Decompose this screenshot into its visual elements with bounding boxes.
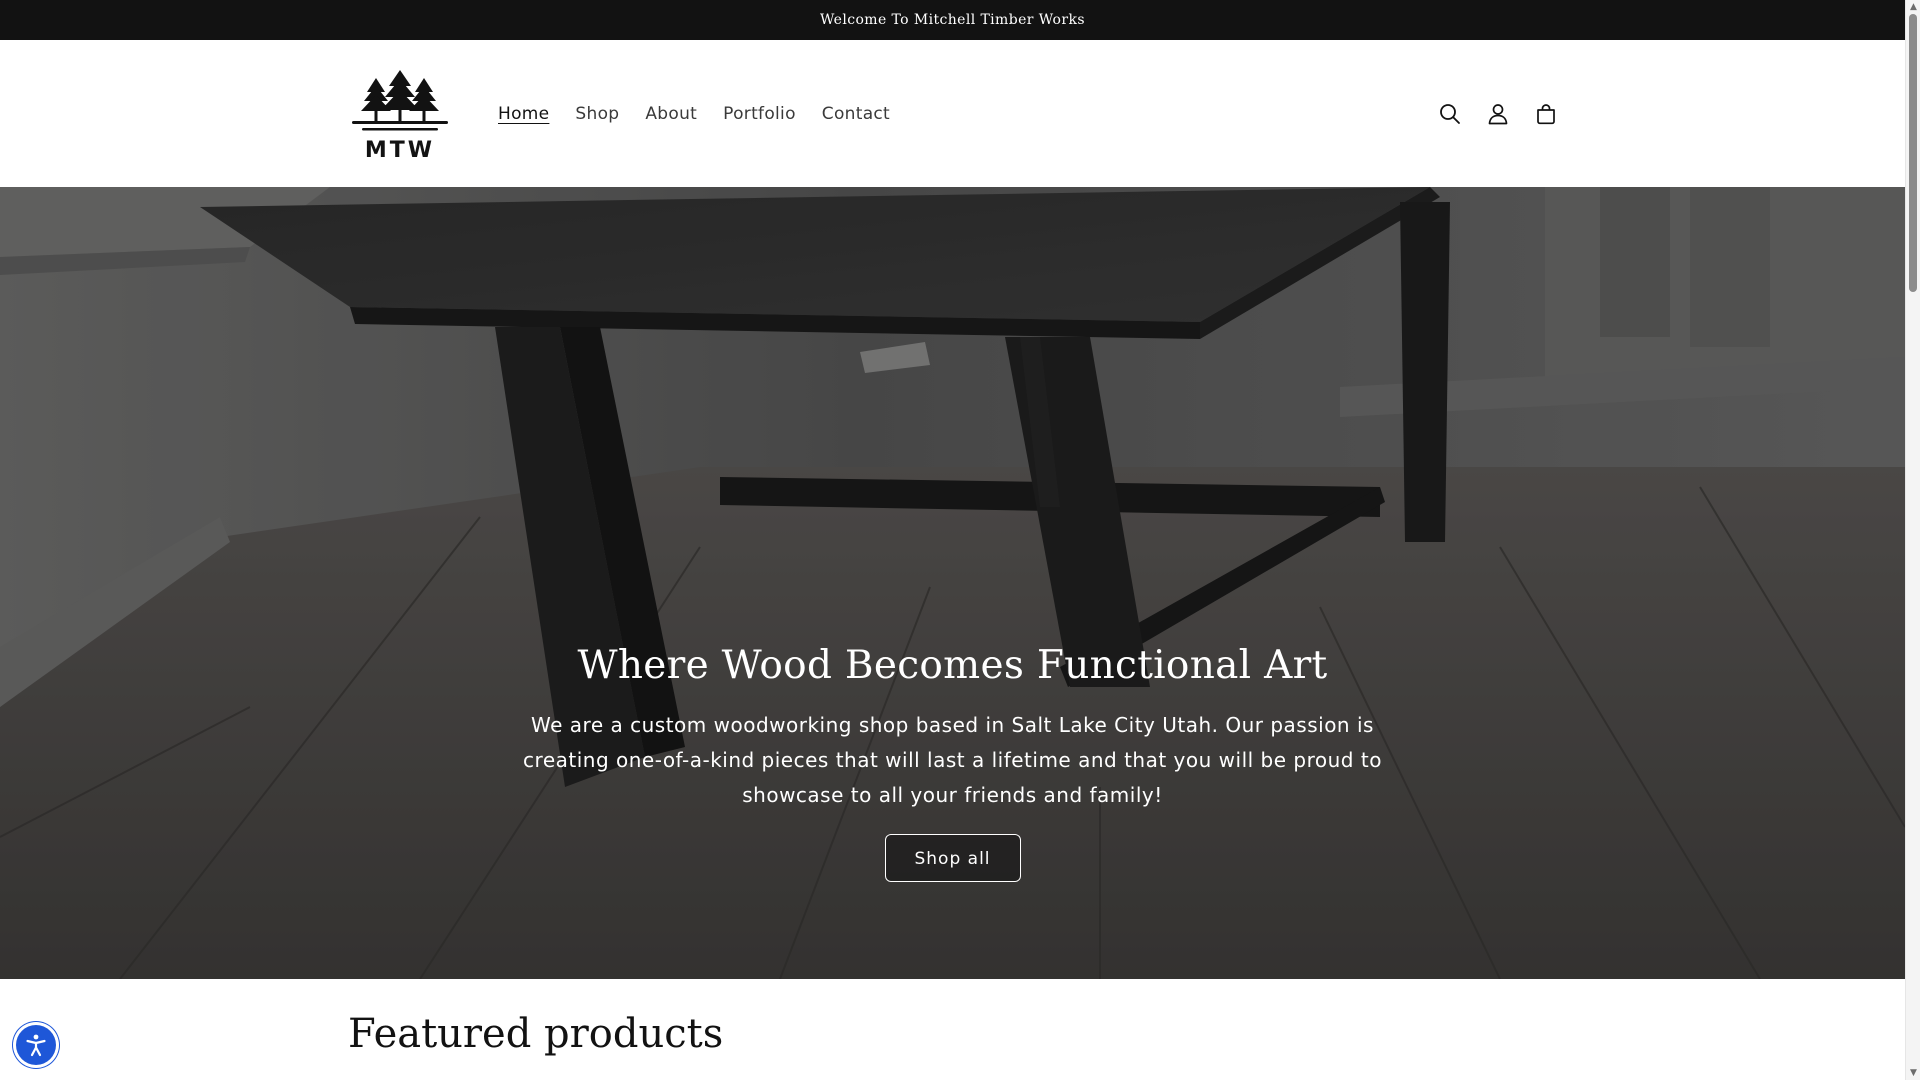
nav-portfolio[interactable]: Portfolio [710,102,809,126]
scrollbar-thumb[interactable] [1909,14,1917,292]
nav-about[interactable]: About [632,102,710,126]
account-icon [1488,104,1508,125]
accessibility-button[interactable] [16,1025,56,1065]
nav-contact[interactable]: Contact [809,102,903,126]
nav-shop[interactable]: Shop [562,102,632,126]
search-button[interactable] [1432,96,1468,132]
shop-all-button[interactable]: Shop all [884,834,1021,882]
search-icon [1440,104,1460,124]
main-nav: Home Shop About Portfolio Contact [485,102,903,126]
hero-content: Where Wood Becomes Functional Art We are… [0,642,1905,882]
nav-home[interactable]: Home [485,102,562,126]
account-button[interactable] [1480,96,1516,132]
accessibility-icon [26,1034,46,1057]
page: Welcome To Mitchell Timber Works MTW Hom… [0,0,1905,1080]
site-logo[interactable]: MTW [350,66,450,166]
hero-description: We are a custom woodworking shop based i… [523,713,1382,807]
scroll-up-arrow-icon[interactable]: ▲ [1906,0,1920,14]
hero-title: Where Wood Becomes Functional Art [577,643,1328,688]
site-header: MTW Home Shop About Portfolio Contact [0,40,1905,187]
cart-button[interactable] [1528,96,1564,132]
cart-icon [1537,104,1555,125]
scrollbar[interactable]: ▲ ▼ [1905,0,1920,1080]
logo-letters: MTW [365,138,435,163]
mtw-logo-icon: MTW [352,70,448,163]
announcement-bar: Welcome To Mitchell Timber Works [0,0,1905,40]
featured-products-heading: Featured products [348,1011,724,1057]
scroll-down-arrow-icon[interactable]: ▼ [1906,1066,1920,1080]
announcement-text: Welcome To Mitchell Timber Works [820,12,1085,28]
hero-banner: Where Wood Becomes Functional Art We are… [0,187,1905,979]
